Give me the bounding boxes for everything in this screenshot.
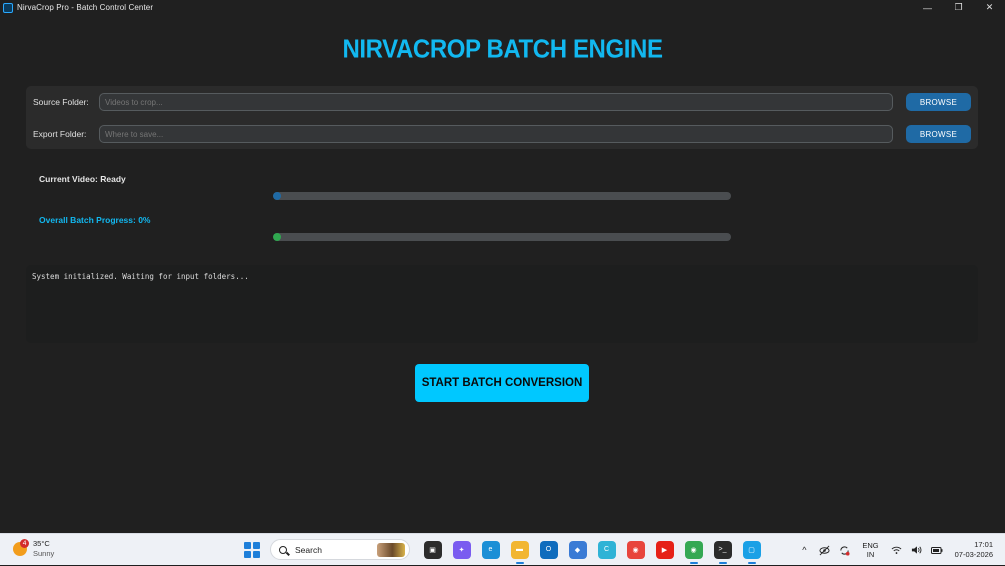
title-bar[interactable]: NirvaCrop Pro - Batch Control Center — ❐…	[0, 0, 1005, 15]
export-folder-label: Export Folder:	[33, 129, 87, 139]
language-indicator[interactable]: ENG IN	[862, 541, 878, 559]
eye-off-icon[interactable]	[818, 544, 830, 556]
weather-widget[interactable]: 4 35°C Sunny	[13, 538, 54, 558]
clock[interactable]: 17:01 07-03-2026	[955, 540, 993, 560]
chrome-profile-icon[interactable]: ◉	[684, 540, 703, 564]
current-video-progress-bar	[273, 192, 731, 200]
taskbar-app-glyph: ▬	[516, 546, 523, 553]
current-video-progress-fill	[273, 192, 281, 200]
log-console[interactable]: System initialized. Waiting for input fo…	[26, 265, 978, 343]
restore-button[interactable]: ❐	[943, 0, 974, 15]
taskbar-app-glyph: O	[545, 546, 552, 553]
search-label: Search	[295, 544, 322, 555]
source-folder-input[interactable]	[99, 93, 893, 111]
taskbar-app-glyph: ✦	[458, 546, 465, 554]
clock-time: 17:01	[974, 540, 993, 549]
source-folder-label: Source Folder:	[33, 97, 89, 107]
system-tray: ^ ENG IN 17:01 07-03-2026	[794, 534, 1005, 566]
task-view-icon[interactable]: ▣	[423, 540, 442, 559]
source-folder-row: Source Folder: BROWSE	[26, 93, 978, 113]
export-folder-input[interactable]	[99, 125, 893, 143]
chrome-icon[interactable]: ◉	[626, 540, 645, 559]
copilot-icon[interactable]: ✦	[452, 540, 471, 559]
taskbar-app-glyph: ▣	[429, 546, 436, 554]
window-title: NirvaCrop Pro - Batch Control Center	[17, 3, 154, 12]
windows-start-icon[interactable]	[244, 541, 260, 558]
taskbar-app-glyph: ◉	[690, 546, 697, 554]
taskbar-app-glyph: ▶	[661, 546, 668, 554]
battery-icon[interactable]	[930, 544, 943, 556]
weather-condition: Sunny	[33, 548, 55, 558]
taskbar-app-glyph: ▢	[748, 546, 755, 554]
overall-progress-label: Overall Batch Progress: 0%	[39, 215, 151, 225]
volume-icon[interactable]	[911, 544, 923, 556]
export-folder-row: Export Folder: BROWSE	[26, 125, 978, 145]
taskbar-app-glyph: C	[603, 546, 610, 553]
start-batch-button[interactable]: START BATCH CONVERSION	[415, 364, 589, 402]
minimize-button[interactable]: —	[912, 0, 943, 15]
sync-icon[interactable]	[838, 544, 850, 556]
taskbar-app-glyph: >_	[718, 546, 727, 553]
sun-icon: 4	[13, 538, 29, 556]
taskbar-search[interactable]: Search	[270, 539, 410, 560]
store-icon[interactable]: ◆	[568, 540, 587, 559]
language-code: ENG	[862, 541, 879, 550]
app-window: NirvaCrop Pro - Batch Control Center — ❐…	[0, 0, 1005, 533]
close-button[interactable]: ✕	[974, 0, 1005, 15]
file-explorer-icon[interactable]: ▬	[510, 540, 529, 564]
outlook-icon[interactable]: O	[539, 540, 558, 559]
nirvacrop-icon[interactable]: ▢	[742, 540, 761, 564]
clock-date: 07-03-2026	[954, 550, 993, 559]
canva-icon[interactable]: C	[597, 540, 616, 559]
folder-panel: Source Folder: BROWSE Export Folder: BRO…	[26, 86, 978, 149]
terminal-icon[interactable]: >_	[713, 540, 732, 564]
page-title: NIRVACROP BATCH ENGINE	[342, 34, 663, 65]
wifi-icon[interactable]	[891, 544, 903, 556]
weather-temp: 35°C	[33, 539, 50, 548]
show-hidden-icons-chevron-icon[interactable]: ^	[798, 544, 810, 556]
edge-icon[interactable]: e	[481, 540, 500, 559]
weather-badge: 4	[20, 538, 29, 548]
search-icon	[279, 545, 287, 554]
taskbar-app-glyph: ◉	[632, 546, 639, 554]
weather-text: 35°C Sunny	[33, 539, 54, 558]
taskbar-apps: Search ▣ ✦ e ▬ O ◆ C ◉ ▶ ◉ >_ ▢	[244, 539, 766, 564]
youtube-icon[interactable]: ▶	[655, 540, 674, 559]
current-video-label: Current Video: Ready	[39, 174, 126, 184]
search-highlight-image	[377, 543, 405, 557]
export-browse-button[interactable]: BROWSE	[906, 125, 971, 143]
overall-progress-bar	[273, 233, 731, 241]
region-code: IN	[866, 550, 875, 559]
taskbar-app-glyph: e	[488, 546, 493, 553]
source-browse-button[interactable]: BROWSE	[906, 93, 971, 111]
taskbar-app-glyph: ◆	[574, 546, 581, 554]
app-icon	[3, 2, 13, 13]
taskbar: 4 35°C Sunny Search ▣ ✦ e ▬ O ◆ C ◉ ▶ ◉ >_ ▢ ^ ENG …	[0, 533, 1005, 565]
window-controls: — ❐ ✕	[912, 0, 1005, 15]
overall-progress-fill	[273, 233, 281, 241]
